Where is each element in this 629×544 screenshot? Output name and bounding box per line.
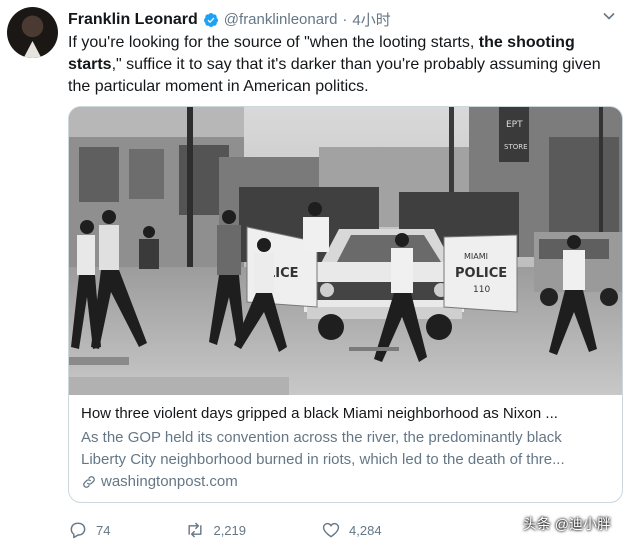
- reply-icon: [70, 522, 86, 539]
- verified-badge-icon: [203, 12, 218, 27]
- svg-text:MIAMI: MIAMI: [464, 252, 488, 261]
- retweet-button[interactable]: 2,219: [185, 520, 246, 540]
- tweet-text-part1: If you're looking for the source of "whe…: [68, 34, 479, 51]
- tweet-timestamp[interactable]: 4小时: [352, 9, 390, 30]
- card-description: As the GOP held its convention across th…: [81, 427, 611, 471]
- like-button[interactable]: 4,284: [321, 520, 382, 540]
- heart-icon: [322, 522, 340, 538]
- tweet-actions: 74 2,219 4,284: [68, 520, 457, 540]
- tweet-text-part2: ," suffice it to say that it's darker th…: [68, 56, 601, 95]
- watermark: 头条 @迪小胖: [522, 516, 611, 532]
- card-body: How three violent days gripped a black M…: [81, 403, 611, 490]
- tweet-text: If you're looking for the source of "whe…: [68, 32, 608, 98]
- tweet-header: Franklin Leonard @franklinleonard · 4小时: [68, 9, 391, 30]
- card-description-line1: As the GOP held its convention across th…: [81, 429, 562, 446]
- card-domain-text: washingtonpost.com: [101, 473, 238, 490]
- author-name[interactable]: Franklin Leonard: [68, 11, 198, 29]
- header-separator: ·: [342, 11, 348, 28]
- chevron-down-icon[interactable]: [603, 12, 615, 20]
- author-avatar[interactable]: [7, 7, 58, 58]
- police-door-right-text: POLICE: [455, 266, 507, 281]
- link-card[interactable]: EPT STORE LICE MIAMI POLICE 110 How thre…: [68, 106, 623, 503]
- reply-count: 74: [96, 522, 111, 538]
- retweet-count: 2,219: [213, 522, 247, 538]
- reply-button[interactable]: 74: [68, 520, 110, 540]
- card-domain[interactable]: washingtonpost.com: [81, 473, 611, 490]
- svg-text:110: 110: [473, 285, 490, 295]
- author-handle[interactable]: @franklinleonard: [224, 11, 338, 28]
- card-title[interactable]: How three violent days gripped a black M…: [81, 403, 611, 425]
- retweet-icon: [188, 522, 203, 538]
- card-description-line2: Liberty City neighborhood burned in riot…: [81, 451, 565, 468]
- svg-text:STORE: STORE: [504, 143, 528, 151]
- like-count: 4,284: [349, 522, 382, 538]
- link-icon: [83, 475, 95, 488]
- store-sign-text: EPT: [506, 120, 523, 130]
- riot-street-photo: EPT STORE LICE MIAMI POLICE 110: [69, 107, 622, 395]
- card-photo[interactable]: EPT STORE LICE MIAMI POLICE 110: [69, 107, 622, 395]
